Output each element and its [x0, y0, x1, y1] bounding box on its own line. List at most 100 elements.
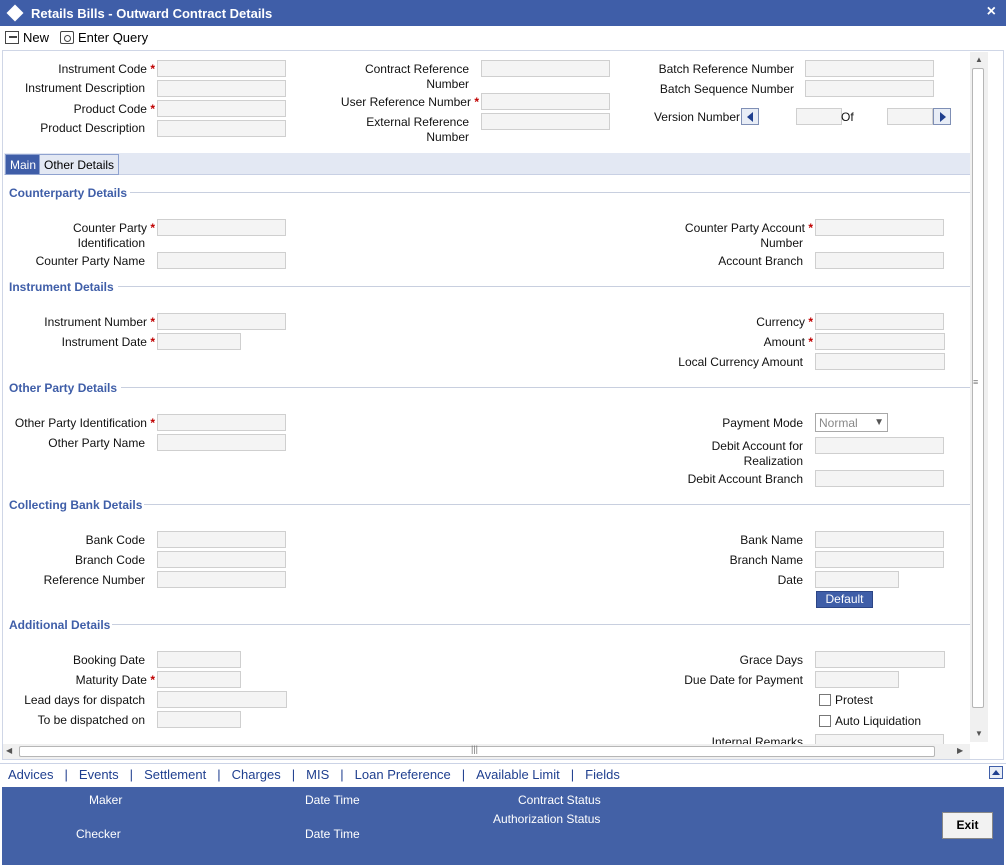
loan-preference-link[interactable]: Loan Preference: [355, 767, 451, 782]
close-icon[interactable]: ×: [987, 3, 996, 21]
counterparty-name-label: Counter Party Name: [35, 254, 145, 268]
branch-name-label: Branch Name: [729, 553, 803, 567]
external-reference-input[interactable]: [481, 113, 610, 130]
reference-number-input[interactable]: [157, 571, 286, 588]
other-party-identification-input[interactable]: [157, 414, 286, 431]
tab-bar: Main Other Details: [4, 153, 970, 175]
instrument-date-input[interactable]: [157, 333, 241, 350]
protest-checkbox[interactable]: [819, 694, 831, 706]
checker-date-time-label: Date Time: [305, 827, 360, 841]
events-link[interactable]: Events: [79, 767, 119, 782]
tab-main[interactable]: Main: [5, 154, 42, 175]
default-button[interactable]: Default: [816, 591, 873, 608]
batch-sequence-input[interactable]: [805, 80, 934, 97]
grace-days-input[interactable]: [815, 651, 945, 668]
user-reference-label: User Reference Number *: [340, 95, 479, 109]
counterparty-id-input[interactable]: [157, 219, 286, 236]
toolbar: New Enter Query: [0, 26, 1006, 48]
currency-input[interactable]: [815, 313, 944, 330]
version-number-label: Version Number: [653, 110, 740, 124]
scroll-up-arrow-icon[interactable]: ▲: [975, 55, 983, 64]
debit-account-branch-label: Debit Account Branch: [687, 472, 803, 486]
bank-code-input[interactable]: [157, 531, 286, 548]
instrument-number-label: Instrument Number *: [44, 315, 155, 329]
vertical-scrollbar[interactable]: ▲ ≡ ▼: [970, 52, 988, 742]
new-document-icon: [5, 30, 19, 44]
to-be-dispatched-input[interactable]: [157, 711, 241, 728]
of-label: Of: [841, 110, 854, 124]
product-description-label: Product Description: [40, 121, 145, 135]
contract-reference-label: Contract Reference Number: [364, 62, 469, 91]
version-current-input[interactable]: [796, 108, 842, 125]
debit-account-input[interactable]: [815, 437, 944, 454]
branch-code-input[interactable]: [157, 551, 286, 568]
local-currency-amount-input[interactable]: [815, 353, 945, 370]
bank-name-input[interactable]: [815, 531, 944, 548]
previous-version-button[interactable]: [741, 108, 759, 125]
debit-account-branch-input[interactable]: [815, 470, 944, 487]
charges-link[interactable]: Charges: [232, 767, 281, 782]
tab-other-details[interactable]: Other Details: [39, 154, 120, 175]
due-date-label: Due Date for Payment: [684, 673, 803, 687]
to-be-dispatched-label: To be dispatched on: [37, 713, 145, 727]
account-branch-input[interactable]: [815, 252, 944, 269]
scroll-grip-icon: |||: [471, 744, 479, 754]
enter-query-button[interactable]: Enter Query: [60, 30, 148, 45]
collapse-up-icon[interactable]: [989, 766, 1003, 779]
chevron-down-icon: ▼: [874, 417, 884, 428]
window-title: Retails Bills - Outward Contract Details: [31, 5, 273, 21]
maturity-date-label: Maturity Date *: [75, 673, 155, 687]
product-code-input[interactable]: [157, 100, 286, 117]
payment-mode-label: Payment Mode: [722, 416, 803, 430]
instrument-description-input[interactable]: [157, 80, 286, 97]
lead-days-input[interactable]: [157, 691, 287, 708]
amount-input[interactable]: [815, 333, 945, 350]
available-limit-link[interactable]: Available Limit: [476, 767, 560, 782]
scroll-left-arrow-icon[interactable]: ◀: [6, 746, 12, 755]
scroll-down-arrow-icon[interactable]: ▼: [975, 729, 983, 738]
bank-name-label: Bank Name: [740, 533, 803, 547]
advices-link[interactable]: Advices: [8, 767, 54, 782]
reference-number-label: Reference Number: [43, 573, 145, 587]
batch-reference-label: Batch Reference Number: [658, 62, 794, 76]
currency-label: Currency *: [756, 315, 813, 329]
date-input[interactable]: [815, 571, 899, 588]
user-reference-input[interactable]: [481, 93, 610, 110]
exit-button[interactable]: Exit: [942, 812, 993, 839]
counterparty-account-label: Counter Party Account * Number: [684, 221, 813, 250]
auto-liquidation-checkbox[interactable]: [819, 715, 831, 727]
instrument-date-label: Instrument Date *: [61, 335, 155, 349]
booking-date-input[interactable]: [157, 651, 241, 668]
horizontal-scrollbar[interactable]: ◀ ||| ▶: [3, 744, 970, 759]
instrument-description-label: Instrument Description: [24, 81, 145, 95]
version-total-input[interactable]: [887, 108, 933, 125]
counterparty-name-input[interactable]: [157, 252, 286, 269]
branch-name-input[interactable]: [815, 551, 944, 568]
product-description-input[interactable]: [157, 120, 286, 137]
instrument-code-label: Instrument Code *: [58, 62, 155, 76]
batch-reference-input[interactable]: [805, 60, 934, 77]
new-button[interactable]: New: [5, 30, 49, 45]
other-party-section-title: Other Party Details: [9, 381, 118, 395]
checker-label: Checker: [76, 827, 121, 841]
mis-link[interactable]: MIS: [306, 767, 329, 782]
instrument-code-input[interactable]: [157, 60, 286, 77]
fields-link[interactable]: Fields: [585, 767, 620, 782]
contract-reference-input[interactable]: [481, 60, 610, 77]
due-date-input[interactable]: [815, 671, 899, 688]
vertical-scroll-thumb[interactable]: [972, 68, 984, 708]
settlement-link[interactable]: Settlement: [144, 767, 206, 782]
instrument-number-input[interactable]: [157, 313, 286, 330]
lead-days-label: Lead days for dispatch: [24, 693, 145, 707]
payment-mode-value: Normal: [819, 416, 858, 430]
internal-remarks-input[interactable]: [815, 734, 944, 744]
counterparty-account-input[interactable]: [815, 219, 944, 236]
maturity-date-input[interactable]: [157, 671, 241, 688]
query-icon: [60, 30, 75, 44]
payment-mode-select[interactable]: Normal ▼: [815, 413, 888, 432]
left-arrow-icon: [747, 112, 753, 122]
protest-label: Protest: [835, 693, 874, 707]
other-party-name-input[interactable]: [157, 434, 286, 451]
scroll-right-arrow-icon[interactable]: ▶: [957, 746, 963, 755]
next-version-button[interactable]: [933, 108, 951, 125]
